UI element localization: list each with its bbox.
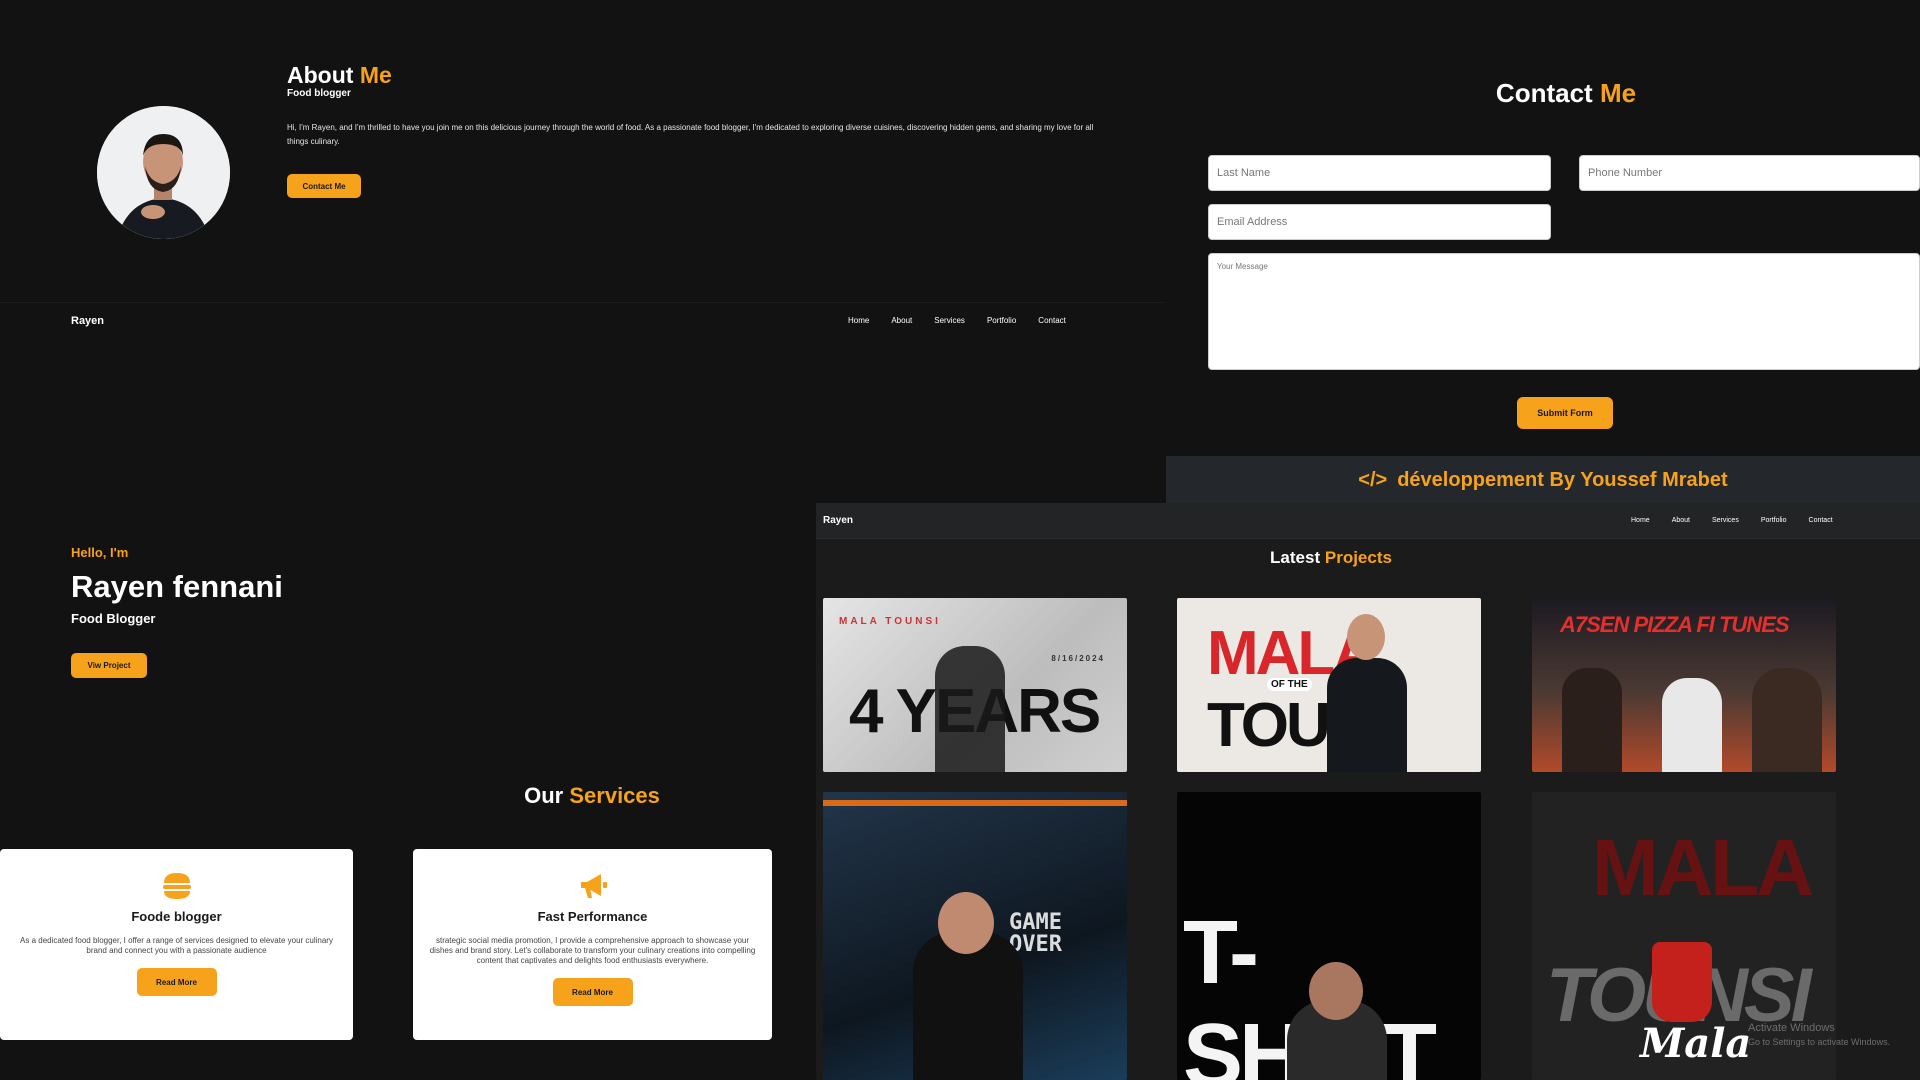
code-icon: </> (1358, 468, 1388, 491)
thumb-script: Mala (1640, 1020, 1752, 1067)
project-thumbnail[interactable]: MALA OF THE TOUN (1177, 598, 1481, 772)
email-field[interactable]: Email Address (1208, 204, 1551, 240)
service-text: strategic social media promotion, I prov… (429, 936, 756, 965)
service-text: As a dedicated food blogger, I offer a r… (20, 936, 333, 955)
nav-about[interactable]: About (1672, 517, 1690, 524)
project-thumbnail[interactable]: T-SHIRT (1177, 792, 1481, 1080)
nav-services[interactable]: Services (934, 316, 965, 325)
view-project-button[interactable]: Viw Project (71, 653, 147, 678)
brand-logo[interactable]: Rayen (823, 515, 853, 526)
about-subtitle: Food blogger (287, 88, 351, 99)
contact-me-button[interactable]: Contact Me (287, 174, 361, 198)
burger-icon (161, 871, 193, 901)
project-thumbnail[interactable]: A7SEN PIZZA FI TUNES (1532, 598, 1836, 772)
submit-form-button[interactable]: Submit Form (1517, 397, 1613, 429)
hero-name: Rayen fennani (71, 569, 283, 604)
message-field[interactable]: Your Message (1208, 253, 1920, 370)
contact-title: Contact Me (1495, 78, 1637, 108)
read-more-button[interactable]: Read More (136, 968, 217, 996)
phone-field[interactable]: Phone Number (1579, 155, 1920, 191)
nav-home[interactable]: Home (848, 316, 869, 325)
activate-windows-watermark: Activate Windows Go to Settings to activ… (1748, 1021, 1890, 1049)
project-thumbnail[interactable]: MALA TOUNSI 8/16/2024 4 YEARS (823, 598, 1127, 772)
about-text: Hi, I'm Rayen, and I'm thrilled to have … (287, 123, 1094, 146)
read-more-button[interactable]: Read More (552, 978, 633, 1006)
watermark-line: Go to Settings to activate Windows. (1748, 1037, 1891, 1047)
watermark-line: Activate Windows (1748, 1022, 1835, 1034)
nav-home[interactable]: Home (1631, 517, 1650, 524)
service-card: Foode blogger As a dedicated food blogge… (0, 849, 353, 1040)
nav-services[interactable]: Services (1712, 517, 1739, 524)
service-card: Fast Performance strategic social media … (413, 849, 772, 1040)
nav-contact[interactable]: Contact (1809, 517, 1833, 524)
developer-banner: </> développement By Youssef Mrabet (1166, 456, 1920, 504)
nav-portfolio[interactable]: Portfolio (987, 316, 1016, 325)
nav-contact[interactable]: Contact (1038, 316, 1066, 325)
nav-about[interactable]: About (891, 316, 912, 325)
thumb-caption: MALA TOUNSI (839, 616, 941, 627)
nav-portfolio[interactable]: Portfolio (1761, 517, 1787, 524)
last-name-field[interactable]: Last Name (1208, 155, 1551, 191)
brand-logo[interactable]: Rayen (71, 315, 104, 327)
service-title: Fast Performance (537, 909, 648, 924)
projects-title: Latest Projects (1270, 548, 1392, 567)
hero-greeting: Hello, I'm (71, 545, 129, 560)
avatar (97, 106, 230, 239)
thumb-title: A7SEN PIZZA FI TUNES (1560, 612, 1790, 637)
thumb-title: MALA (1592, 823, 1814, 912)
thumb-title: GAME OVER (1009, 910, 1062, 957)
projects-nav: Home About Services Portfolio Contact (1631, 517, 1855, 524)
service-title: Foode blogger (131, 909, 222, 924)
thumb-date: 8/16/2024 (1051, 654, 1105, 663)
project-thumbnail[interactable]: GAME OVER (823, 792, 1127, 1080)
developer-credit: développement By Youssef Mrabet (1397, 468, 1728, 491)
megaphone-icon (577, 871, 609, 901)
hero-role: Food Blogger (71, 611, 156, 626)
hero-nav: Home About Services Portfolio Contact (848, 316, 1088, 325)
about-title: About Me (287, 62, 392, 88)
